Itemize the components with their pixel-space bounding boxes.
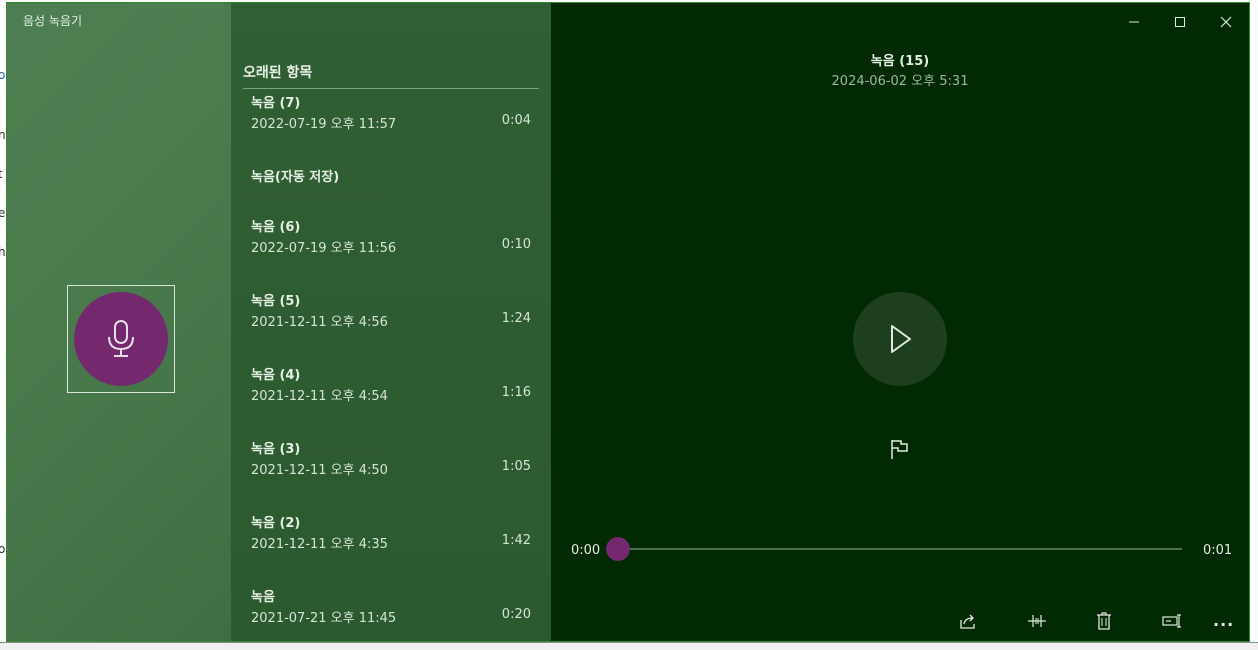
rename-button[interactable] — [1161, 610, 1183, 632]
recording-duration: 0:20 — [501, 607, 531, 622]
recordings-list: 오래된 항목 녹음 (7) 2022-07-19 오후 11:57 0:04 녹… — [231, 3, 551, 641]
list-item[interactable]: 녹음 (3) 2021-12-11 오후 4:50 1:05 — [251, 438, 531, 488]
section-divider — [243, 88, 539, 89]
trim-icon — [1028, 615, 1046, 627]
play-icon — [891, 325, 911, 353]
delete-button[interactable] — [1093, 610, 1115, 632]
list-item[interactable]: 녹음 (6) 2022-07-19 오후 11:56 0:10 — [251, 216, 531, 266]
play-button[interactable] — [853, 292, 947, 386]
background-text-fragment: e — [0, 206, 6, 220]
list-item[interactable]: 녹음 (7) 2022-07-19 오후 11:57 0:04 — [251, 92, 531, 142]
background-text-fragment: t — [0, 167, 3, 181]
recording-timestamp: 2024-06-02 오후 5:31 — [831, 74, 969, 89]
record-button[interactable] — [74, 292, 168, 386]
delete-icon — [1097, 612, 1111, 630]
list-item[interactable]: 녹음 (2) 2021-12-11 오후 4:35 1:42 — [251, 512, 531, 562]
app-title: 음성 녹음기 — [23, 14, 83, 28]
background-text-fragment: o — [0, 542, 6, 556]
recording-name: 녹음 — [251, 590, 275, 605]
taskbar-edge — [0, 642, 1258, 650]
recording-date: 2021-12-11 오후 4:50 — [251, 463, 388, 478]
recording-duration: 1:24 — [501, 311, 531, 326]
add-marker-button[interactable] — [889, 438, 911, 460]
recording-name: 녹음 (3) — [251, 442, 301, 457]
recording-title: 녹음 (15) — [870, 54, 930, 69]
recording-date: 2021-12-11 오후 4:56 — [251, 315, 388, 330]
record-button-focus-frame — [67, 285, 175, 393]
recording-date: 2021-12-11 오후 4:54 — [251, 389, 388, 404]
seek-bar[interactable] — [617, 548, 1182, 550]
recording-date: 2022-07-19 오후 11:57 — [251, 117, 397, 132]
close-button[interactable] — [1203, 7, 1249, 37]
background-text-fragment: o — [0, 68, 6, 82]
recording-duration: 1:16 — [501, 385, 531, 400]
flag-icon — [891, 440, 908, 459]
close-icon — [1220, 16, 1232, 28]
total-time: 0:01 — [1203, 543, 1233, 558]
maximize-icon — [1175, 17, 1185, 27]
trim-button[interactable] — [1026, 610, 1048, 632]
record-pane: 음성 녹음기 — [7, 3, 231, 641]
section-header: 오래된 항목 — [243, 65, 313, 81]
recording-date: 2021-12-11 오후 4:35 — [251, 537, 388, 552]
seek-thumb[interactable] — [606, 537, 630, 561]
list-item[interactable]: 녹음 (4) 2021-12-11 오후 4:54 1:16 — [251, 364, 531, 414]
list-item[interactable]: 녹음 (5) 2021-12-11 오후 4:56 1:24 — [251, 290, 531, 340]
recording-name: 녹음 (2) — [251, 516, 301, 531]
rename-icon — [1162, 614, 1181, 628]
background-text-fragment: h — [0, 245, 6, 259]
more-button[interactable]: ... — [1213, 611, 1234, 630]
recording-date: 2022-07-19 오후 11:56 — [251, 241, 397, 256]
minimize-button[interactable] — [1111, 7, 1157, 37]
minimize-icon — [1129, 21, 1139, 23]
player-pane: 녹음 (15) 2024-06-02 오후 5:31 0:00 0:01 ... — [551, 3, 1249, 641]
share-icon — [960, 614, 975, 629]
recording-name: 녹음 (5) — [251, 294, 301, 309]
share-button[interactable] — [957, 610, 979, 632]
autosave-item[interactable]: 녹음(자동 저장) — [251, 166, 339, 185]
background-text-fragment: n — [0, 128, 6, 142]
recording-name: 녹음 (6) — [251, 220, 301, 235]
recording-duration: 1:42 — [501, 533, 531, 548]
recording-duration: 1:05 — [501, 459, 531, 474]
recording-name: 녹음 (4) — [251, 368, 301, 383]
recording-duration: 0:10 — [501, 237, 531, 252]
recording-name: 녹음 (7) — [251, 96, 301, 111]
recording-date: 2021-07-21 오후 11:45 — [251, 611, 397, 626]
voice-recorder-window: 음성 녹음기 오래된 항목 녹음 (7) 2022-07-19 오후 11:57… — [6, 2, 1250, 642]
maximize-button[interactable] — [1157, 7, 1203, 37]
microphone-icon — [108, 320, 134, 357]
list-item[interactable]: 녹음 2021-07-21 오후 11:45 0:20 — [251, 586, 531, 636]
recording-duration: 0:04 — [501, 113, 531, 128]
current-time: 0:00 — [571, 543, 601, 558]
